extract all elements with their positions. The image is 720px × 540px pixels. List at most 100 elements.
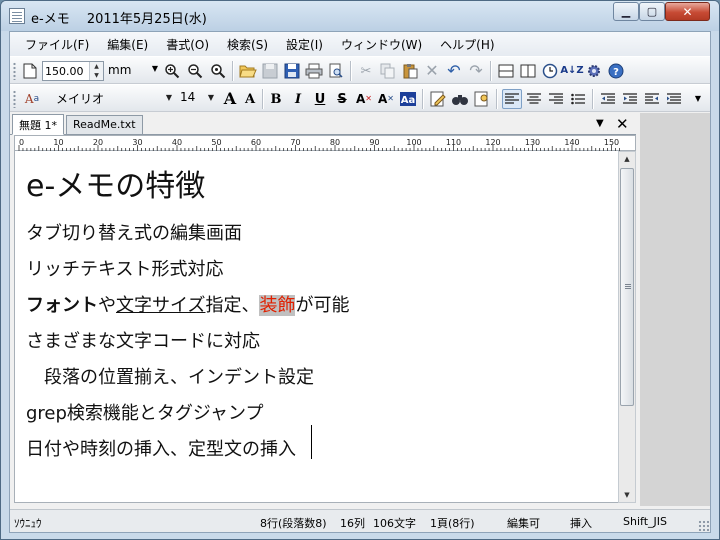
status-edit-mode: 編集可 xyxy=(507,517,540,530)
font-grow-icon[interactable]: A xyxy=(220,89,240,109)
indent-first-icon[interactable] xyxy=(620,89,640,109)
sort-az-icon[interactable]: A↓Z xyxy=(560,61,583,81)
ruler-label: 0 xyxy=(19,138,24,147)
indent-icon[interactable] xyxy=(642,89,662,109)
copy-icon[interactable] xyxy=(378,61,398,81)
menu-search[interactable]: 検索(S) xyxy=(218,36,277,53)
menu-help[interactable]: ヘルプ(H) xyxy=(431,36,503,53)
text-line-7: 日付や時刻の挿入、定型文の挿入 xyxy=(26,439,296,460)
align-center-icon[interactable] xyxy=(524,89,544,109)
close-button[interactable]: ✕ xyxy=(665,2,710,21)
text-editor[interactable]: e-メモの特徴 タブ切り替え式の編集画面 リッチテキスト形式対応 フォントや文字… xyxy=(14,151,618,503)
save-icon[interactable] xyxy=(282,61,302,81)
bold-icon[interactable]: B xyxy=(266,89,286,109)
ruler-label: 80 xyxy=(330,138,340,147)
status-line: 8行(段落数8) xyxy=(260,517,327,530)
align-left-icon[interactable] xyxy=(502,89,522,109)
client-area: ファイル(F) 編集(E) 書式(O) 検索(S) 設定(I) ウィンドウ(W)… xyxy=(9,31,711,533)
clock-icon[interactable] xyxy=(540,61,560,81)
toolbar-separator xyxy=(496,89,497,109)
svg-text:?: ? xyxy=(613,67,619,78)
strikethrough-icon[interactable]: S xyxy=(332,89,352,109)
vertical-scrollbar[interactable]: ▲ ▼ xyxy=(618,151,636,503)
ruler-label: 70 xyxy=(290,138,300,147)
underlined-text: 文字サイズ xyxy=(116,295,206,316)
paste-icon[interactable] xyxy=(400,61,420,81)
undo-icon[interactable]: ↶ xyxy=(444,61,464,81)
hanging-indent-icon[interactable] xyxy=(664,89,684,109)
font-color-icon[interactable]: Aa xyxy=(398,89,418,109)
scroll-down-icon[interactable]: ▼ xyxy=(619,488,635,502)
outdent-icon[interactable] xyxy=(598,89,618,109)
new-document-icon[interactable] xyxy=(20,61,40,81)
font-shrink-icon[interactable]: A xyxy=(240,89,260,109)
spin-down-icon[interactable]: ▼ xyxy=(90,71,103,80)
unit-select[interactable]: mm ▼ xyxy=(108,63,160,81)
tab-close-icon[interactable]: ✕ xyxy=(616,115,629,133)
toolbar-grip[interactable] xyxy=(13,90,16,108)
ruler-label: 90 xyxy=(369,138,379,147)
format-toolbar: Aa メイリオ ▼ 14 ▼ A A B I U S A ✕ A ✕ Aa ▼ xyxy=(10,84,710,112)
zoom-in-icon[interactable] xyxy=(162,61,182,81)
save-disabled-icon[interactable] xyxy=(260,61,280,81)
print-preview-icon[interactable] xyxy=(326,61,346,81)
highlighted-text: 装飾 xyxy=(259,295,296,316)
font-size-select[interactable]: 14 ▼ xyxy=(176,90,216,109)
title-bar[interactable]: e-メモ 2011年5月25日(水) ▁ ▢ ✕ xyxy=(1,1,719,31)
scroll-up-icon[interactable]: ▲ xyxy=(619,152,635,166)
resize-grip[interactable] xyxy=(698,520,709,531)
tab-list-arrow-icon[interactable]: ▼ xyxy=(596,118,604,129)
ruler-label: 140 xyxy=(564,138,579,147)
zoom-input[interactable] xyxy=(43,62,89,80)
menu-settings[interactable]: 設定(I) xyxy=(277,36,332,53)
font-family-value: メイリオ xyxy=(56,92,105,106)
chevron-down-icon: ▼ xyxy=(151,64,158,73)
toolbar-separator xyxy=(232,61,233,81)
tab-readme[interactable]: ReadMe.txt xyxy=(66,115,143,135)
text-line-5: 段落の位置揃え、インデント設定 xyxy=(26,367,314,388)
underline-icon[interactable]: U xyxy=(310,89,330,109)
scrollbar-thumb[interactable] xyxy=(620,168,634,406)
ruler: 0 10 20 30 40 50 60 70 80 90 100 110 120 130 140 150 xyxy=(14,135,636,151)
spin-up-icon[interactable]: ▲ xyxy=(90,62,103,71)
edit-document-icon[interactable] xyxy=(428,89,448,109)
ruler-label: 100 xyxy=(406,138,421,147)
split-vertical-icon[interactable] xyxy=(518,61,538,81)
font-family-select[interactable]: メイリオ ▼ xyxy=(52,90,174,109)
zoom-reset-icon[interactable] xyxy=(208,61,228,81)
menu-edit[interactable]: 編集(E) xyxy=(98,36,157,53)
replace-icon[interactable] xyxy=(472,89,492,109)
text-line-4: さまざまな文字コードに対応 xyxy=(26,331,260,352)
gear-icon[interactable] xyxy=(584,61,604,81)
zoom-out-icon[interactable] xyxy=(185,61,205,81)
toolbar-grip[interactable] xyxy=(13,62,16,80)
ruler-label: 150 xyxy=(604,138,619,147)
ruler-label: 10 xyxy=(53,138,63,147)
menu-file[interactable]: ファイル(F) xyxy=(16,36,98,53)
binoculars-icon[interactable] xyxy=(450,89,470,109)
clear-format-alt-icon[interactable]: A ✕ xyxy=(376,89,396,109)
zoom-spin-buttons: ▲ ▼ xyxy=(89,62,103,80)
menu-window[interactable]: ウィンドウ(W) xyxy=(332,36,431,53)
align-right-icon[interactable] xyxy=(546,89,566,109)
italic-icon[interactable]: I xyxy=(288,89,308,109)
redo-icon[interactable]: ↷ xyxy=(466,61,486,81)
delete-icon[interactable]: ✕ xyxy=(422,61,442,81)
svg-text:Aa: Aa xyxy=(401,95,416,106)
font-dialog-icon[interactable]: Aa xyxy=(22,89,42,109)
bullet-list-icon[interactable] xyxy=(568,89,588,109)
maximize-button[interactable]: ▢ xyxy=(639,2,665,21)
print-icon[interactable] xyxy=(304,61,324,81)
clear-format-icon[interactable]: A ✕ xyxy=(354,89,374,109)
split-horizontal-icon[interactable] xyxy=(496,61,516,81)
tab-untitled-1[interactable]: 無題 1* xyxy=(12,114,64,135)
menu-format[interactable]: 書式(O) xyxy=(157,36,218,53)
ruler-scale: 0 10 20 30 40 50 60 70 80 90 100 110 120 130 140 150 xyxy=(18,138,620,151)
folder-open-icon[interactable] xyxy=(238,61,258,81)
cut-icon[interactable]: ✂ xyxy=(356,61,376,81)
toolbar-overflow-icon[interactable]: ▼ xyxy=(688,89,708,109)
minimize-button[interactable]: ▁ xyxy=(613,2,639,21)
status-insert-mode: 挿入 xyxy=(570,517,592,530)
help-icon[interactable]: ? xyxy=(606,61,626,81)
notepad-app-icon[interactable] xyxy=(9,8,25,24)
